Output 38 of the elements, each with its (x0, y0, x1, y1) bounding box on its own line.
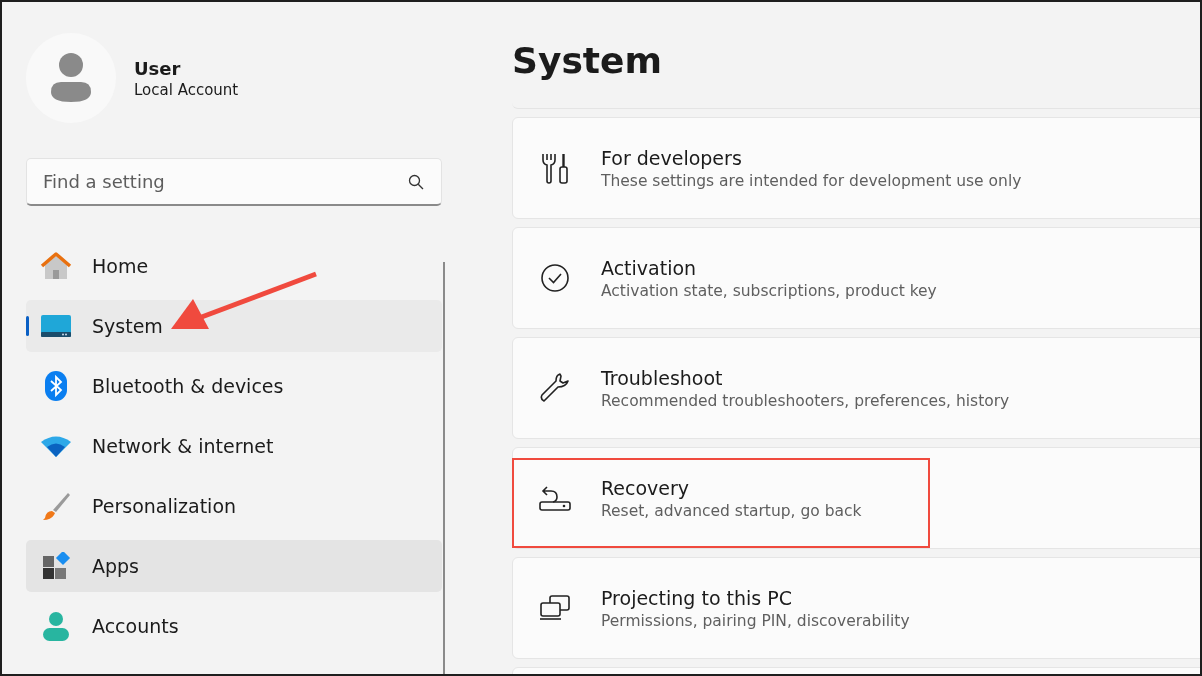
settings-card[interactable]: Recovery Reset, advanced startup, go back (512, 447, 1200, 549)
page-title: System (512, 39, 663, 83)
card-title: Troubleshoot (601, 366, 724, 389)
settings-card[interactable]: Activation Activation state, subscriptions, product key (512, 227, 1200, 329)
apps-icon (40, 552, 72, 580)
nav-item[interactable]: System (26, 300, 442, 352)
card-description: These settings are intended for development use only (601, 171, 1022, 190)
nav-item[interactable]: Bluetooth & devices (26, 360, 442, 412)
account-type: Local Account (134, 80, 239, 99)
settings-card[interactable]: Projecting to this PC Permissions, pairing PIN, discoverability (512, 557, 1200, 659)
card-title: Activation (601, 256, 698, 279)
card-title: Recovery (601, 476, 691, 499)
wifi-icon (40, 435, 72, 457)
nav-item[interactable]: Apps (26, 540, 442, 592)
card-description: Recommended troubleshooters, preferences, history (601, 391, 1010, 410)
search-field[interactable]: Find a setting (26, 158, 442, 206)
card-title: For developers (601, 146, 743, 169)
person-icon (40, 611, 72, 641)
nav-item[interactable]: Personalization (26, 480, 442, 532)
settings-card[interactable]: Troubleshoot Recommended troubleshooters, preferences, history (512, 337, 1200, 439)
nav-item[interactable]: Home (26, 240, 442, 292)
tools-icon (539, 151, 571, 185)
account-name: User (134, 57, 182, 79)
settings-card[interactable]: For developers These settings are intended for development use only (512, 117, 1200, 219)
recovery-icon (539, 484, 571, 512)
selection-indicator (26, 316, 29, 336)
search-icon (408, 174, 424, 190)
checkmark-circle-icon (539, 263, 571, 293)
card-title: Projecting to this PC (601, 586, 793, 609)
screens-icon (539, 595, 571, 621)
card-description: Reset, advanced startup, go back (601, 501, 862, 520)
card-description: Permissions, pairing PIN, discoverability (601, 611, 910, 630)
nav-item[interactable]: Network & internet (26, 420, 442, 472)
nav-item[interactable]: Accounts (26, 600, 442, 652)
wrench-icon (539, 372, 571, 404)
home-icon (40, 251, 72, 281)
card-description: Activation state, subscriptions, product key (601, 281, 937, 300)
monitor-icon (40, 315, 72, 337)
